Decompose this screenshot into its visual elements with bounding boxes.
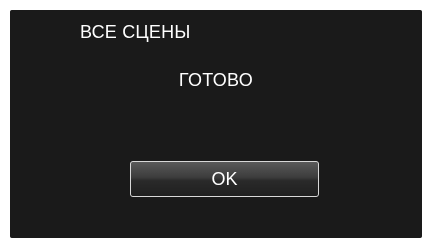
status-message: ГОТОВО xyxy=(178,70,254,90)
camera-dialog-screen: ВСЕ СЦЕНЫ ГОТОВО OK xyxy=(10,10,422,238)
dialog-title: ВСЕ СЦЕНЫ xyxy=(80,22,191,42)
ok-button[interactable]: OK xyxy=(130,161,319,197)
